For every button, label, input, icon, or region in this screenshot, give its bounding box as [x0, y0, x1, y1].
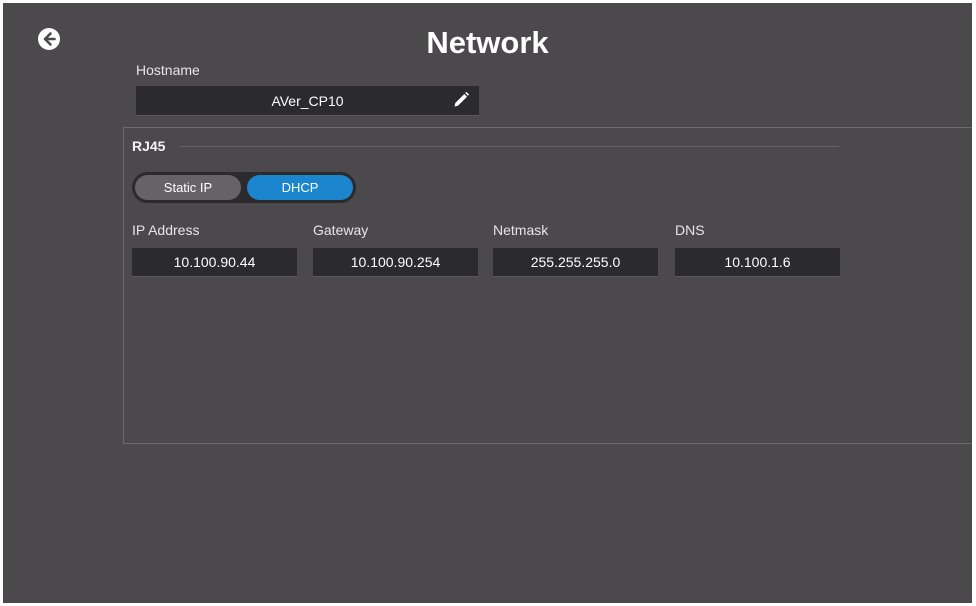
pencil-icon[interactable]: [452, 91, 470, 109]
ip-mode-toggle: Static IP DHCP: [132, 172, 356, 203]
ip-address-label: IP Address: [132, 222, 200, 238]
hostname-label: Hostname: [136, 62, 200, 78]
static-ip-option[interactable]: Static IP: [135, 175, 241, 200]
rj45-section-title: RJ45: [132, 138, 166, 154]
netmask-label: Netmask: [493, 222, 549, 238]
dhcp-option[interactable]: DHCP: [247, 175, 353, 200]
network-settings-screen: Network Hostname AVer_CP10 RJ45 Static I…: [3, 3, 972, 603]
hostname-field[interactable]: AVer_CP10: [136, 86, 479, 116]
rj45-panel: RJ45 Static IP DHCP IP Address Gateway N…: [123, 127, 972, 444]
dns-label: DNS: [675, 222, 705, 238]
ip-address-field[interactable]: 10.100.90.44: [132, 248, 297, 277]
netmask-field[interactable]: 255.255.255.0: [493, 248, 658, 277]
page-title: Network: [426, 25, 549, 60]
section-divider: [179, 146, 839, 147]
gateway-label: Gateway: [313, 222, 369, 238]
gateway-field[interactable]: 10.100.90.254: [313, 248, 478, 277]
dns-field[interactable]: 10.100.1.6: [675, 248, 840, 277]
hostname-value: AVer_CP10: [271, 92, 344, 109]
